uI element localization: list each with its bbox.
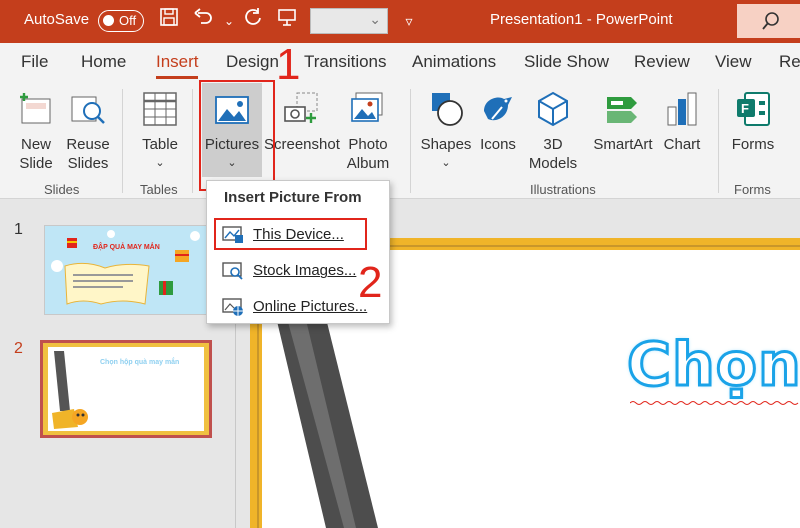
- tab-slide-show[interactable]: Slide Show: [524, 52, 609, 72]
- quick-access-combo[interactable]: ⌄: [310, 8, 388, 34]
- customize-toolbar-icon[interactable]: ▿: [396, 7, 422, 35]
- smartart-button[interactable]: SmartArt: [590, 89, 656, 154]
- tab-view[interactable]: View: [715, 52, 752, 72]
- table-button[interactable]: Table ⌄: [138, 89, 182, 173]
- this-device-highlight-box: [214, 218, 367, 250]
- online-pictures-label: Online Pictures...: [253, 298, 368, 315]
- search-button[interactable]: [737, 4, 800, 38]
- slide-thumbnail-2[interactable]: Chọn hộp quà may mắn: [40, 340, 212, 438]
- shapes-label: Shapes: [420, 136, 472, 153]
- search-icon: [762, 12, 779, 30]
- photo-album-button[interactable]: Photo Album: [340, 89, 396, 173]
- group-label-slides: Slides: [44, 182, 80, 197]
- present-icon[interactable]: [274, 7, 300, 35]
- reuse-slides-label: Reuse Slides: [66, 136, 110, 172]
- photo-album-label: Photo Album: [346, 136, 390, 172]
- redo-icon[interactable]: [240, 7, 266, 35]
- tab-animations[interactable]: Animations: [412, 52, 496, 72]
- slide-2-body: Chọn hộp quà may mắn: [48, 347, 204, 431]
- forms-label: Forms: [731, 136, 775, 153]
- online-pictures-icon: [222, 298, 243, 316]
- chart-icon: [667, 92, 697, 126]
- autosave-state: Off: [119, 13, 137, 28]
- smartart-icon: [607, 97, 637, 123]
- slide-1-illustration: [51, 230, 200, 305]
- tab-transitions[interactable]: Transitions: [304, 52, 387, 72]
- tab-insert[interactable]: Insert: [156, 52, 199, 72]
- stock-images-icon: [222, 262, 243, 280]
- step-2-marker: 2: [358, 258, 383, 307]
- 3d-models-button[interactable]: 3D Models: [526, 89, 580, 173]
- slide-2-illustration: [52, 351, 88, 429]
- tab-home[interactable]: Home: [81, 52, 126, 72]
- ribbon: New Slide Reuse Slides Slides Table ⌄ Ta…: [0, 81, 800, 199]
- undo-icon[interactable]: [190, 7, 216, 35]
- separator: [192, 89, 193, 193]
- separator: [718, 89, 719, 193]
- reuse-slides-button[interactable]: Reuse Slides: [66, 89, 110, 173]
- 3d-models-label: 3D Models: [528, 136, 578, 172]
- autosave-toggle[interactable]: Off: [98, 10, 144, 32]
- group-label-illustrations: Illustrations: [530, 182, 596, 197]
- save-icon[interactable]: [156, 7, 182, 35]
- slide-heading[interactable]: Chọn: [626, 329, 800, 402]
- document-title: Presentation1 - PowerPoint: [490, 11, 673, 28]
- icons-label: Icons: [480, 136, 516, 153]
- table-icon: [143, 92, 177, 126]
- slide-number-2: 2: [14, 340, 23, 357]
- reuse-slides-icon: [71, 96, 105, 124]
- chevron-down-icon: ⌄: [441, 157, 451, 169]
- pictures-highlight-box: [199, 80, 275, 191]
- undo-dropdown-icon[interactable]: ⌄: [216, 7, 242, 35]
- screenshot-icon: [284, 92, 318, 123]
- group-label-forms: Forms: [734, 182, 771, 197]
- shapes-button[interactable]: Shapes ⌄: [420, 89, 472, 173]
- new-slide-button[interactable]: New Slide: [10, 89, 62, 173]
- photo-album-icon: [351, 92, 383, 122]
- spellcheck-underline: [630, 401, 799, 405]
- tab-design[interactable]: Design: [226, 52, 279, 72]
- separator: [410, 89, 411, 193]
- smartart-label: SmartArt: [593, 136, 653, 153]
- chart-button[interactable]: Chart: [660, 89, 704, 154]
- shapes-icon: [432, 93, 463, 126]
- stock-images-label: Stock Images...: [253, 262, 357, 279]
- tab-review[interactable]: Review: [634, 52, 690, 72]
- forms-icon: F: [737, 92, 770, 126]
- autosave-label: AutoSave: [24, 11, 90, 28]
- table-label: Table: [142, 136, 178, 153]
- svg-text:F: F: [741, 101, 749, 116]
- slide-number-1: 1: [14, 221, 23, 238]
- icons-button[interactable]: Icons: [476, 89, 520, 154]
- slide-thumbnail-1[interactable]: ĐẬP QUẢ MAY MẮN: [44, 225, 210, 315]
- forms-button[interactable]: F Forms: [728, 89, 778, 154]
- dropdown-header: Insert Picture From: [224, 189, 362, 206]
- cube-icon: [538, 91, 568, 127]
- chevron-down-icon: ⌄: [369, 11, 381, 27]
- separator: [122, 89, 123, 193]
- chart-label: Chart: [663, 136, 701, 153]
- tab-file[interactable]: File: [21, 52, 48, 72]
- tab-record[interactable]: Rec: [779, 52, 800, 72]
- ribbon-tabs: File Home Insert Design Transitions Anim…: [0, 43, 800, 81]
- new-slide-icon: [20, 93, 51, 124]
- title-bar: AutoSave Off ⌄ ⌄ ▿ Presentation1 - Power…: [0, 0, 800, 43]
- group-label-tables: Tables: [140, 182, 178, 197]
- screenshot-button[interactable]: Screenshot: [264, 89, 340, 154]
- new-slide-label: New Slide: [19, 136, 53, 172]
- active-tab-indicator: [156, 76, 198, 79]
- step-1-marker: 1: [276, 40, 301, 89]
- icons-icon: [484, 97, 512, 121]
- screenshot-label: Screenshot: [264, 136, 340, 153]
- chevron-down-icon: ⌄: [155, 157, 165, 169]
- toggle-knob: [103, 15, 114, 26]
